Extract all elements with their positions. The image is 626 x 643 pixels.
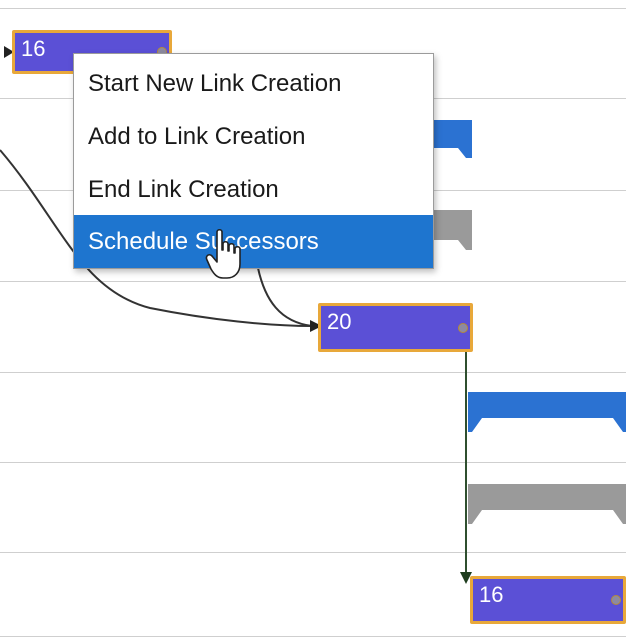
context-menu: Start New Link Creation Add to Link Crea… xyxy=(73,53,434,269)
dependency-link-line xyxy=(257,267,313,327)
menu-item-add-to-link-creation[interactable]: Add to Link Creation xyxy=(74,110,433,163)
task-link-handle-icon[interactable] xyxy=(458,322,468,333)
task-duration-label: 16 xyxy=(21,36,46,61)
menu-item-label: Start New Link Creation xyxy=(88,70,342,97)
menu-item-label: Schedule Successors xyxy=(88,228,319,255)
task-bar[interactable]: 16 xyxy=(470,576,626,624)
menu-item-schedule-successors[interactable]: Schedule Successors xyxy=(74,215,433,268)
menu-item-label: End Link Creation xyxy=(88,176,279,203)
task-duration-label: 16 xyxy=(479,582,504,607)
task-link-handle-icon[interactable] xyxy=(611,595,621,605)
hand-pointer-cursor-icon xyxy=(205,228,241,279)
task-duration-label: 20 xyxy=(327,309,352,334)
task-bar[interactable]: 20 xyxy=(318,303,473,352)
menu-item-end-link-creation[interactable]: End Link Creation xyxy=(74,163,433,216)
menu-item-start-new-link-creation[interactable]: Start New Link Creation xyxy=(74,57,433,110)
menu-item-label: Add to Link Creation xyxy=(88,123,306,150)
